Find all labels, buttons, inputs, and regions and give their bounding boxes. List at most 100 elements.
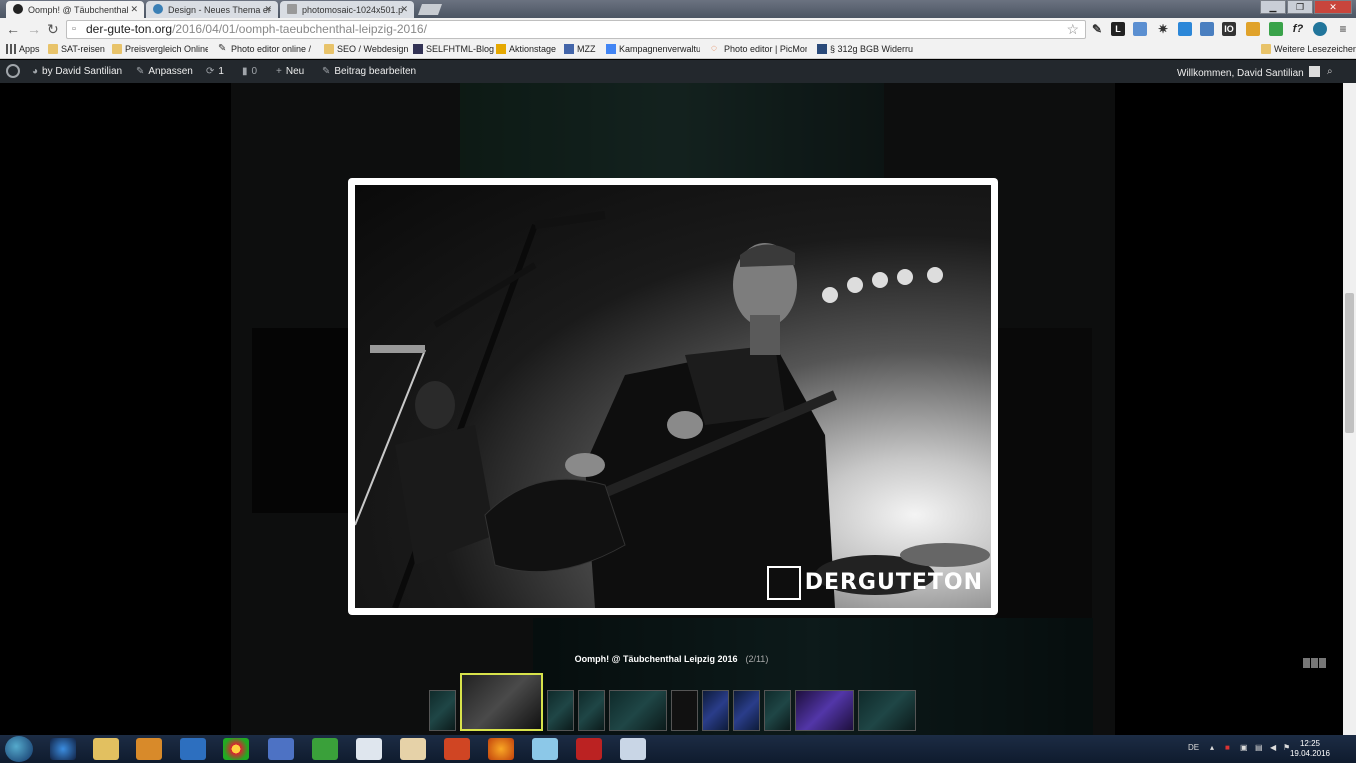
new-tab-button[interactable] <box>417 4 443 15</box>
new-content-link[interactable]: + Neu <box>276 66 304 77</box>
tab-design[interactable]: Design - Neues Thema er ✕ <box>146 1 278 18</box>
network-icon[interactable]: ▤ <box>1255 743 1263 752</box>
wordpress-extension-icon[interactable] <box>1313 22 1327 36</box>
firefox-icon[interactable] <box>488 738 514 760</box>
restore-button[interactable]: ❐ <box>1287 0 1313 14</box>
aktionstage-icon <box>496 44 506 54</box>
lightbox-photo[interactable]: DERGUTETON <box>355 185 991 608</box>
thumbnail-4[interactable] <box>578 690 605 731</box>
thumbnail-8[interactable] <box>733 690 760 731</box>
edit-post-link[interactable]: ✎ Beitrag bearbeiten <box>322 66 416 77</box>
bookmark-link[interactable]: Kampagnenverwaltu <box>606 44 700 54</box>
lightbox-frame: DERGUTETON <box>348 178 998 615</box>
page-info-icon[interactable]: ▫ <box>72 21 76 38</box>
url-bar[interactable]: ▫ der-gute-ton.org/2016/04/01/oomph-taeu… <box>66 20 1086 39</box>
tray-arrow-icon[interactable]: ▴ <box>1210 743 1214 752</box>
thumbnail-1[interactable] <box>429 690 456 731</box>
app-icon[interactable] <box>268 738 294 760</box>
io-extension-icon[interactable]: IO <box>1222 22 1236 36</box>
thumbnail-7[interactable] <box>702 690 729 731</box>
app-icon[interactable] <box>532 738 558 760</box>
outlook-icon[interactable] <box>180 738 206 760</box>
calculator-icon[interactable] <box>356 738 382 760</box>
bookmark-link[interactable]: Aktionstage <box>496 44 556 54</box>
bookmark-link[interactable]: MZZ <box>564 44 596 54</box>
tray-window-icon[interactable]: ▣ <box>1240 743 1248 752</box>
close-tab-icon[interactable]: ✕ <box>400 4 408 15</box>
thumbnail-5[interactable] <box>609 690 667 731</box>
thumbnail-2-active[interactable] <box>460 673 543 731</box>
bookmark-link[interactable]: ✎ Photo editor online / <box>218 44 312 54</box>
powerpoint-icon[interactable] <box>444 738 470 760</box>
search-icon[interactable]: ⌕ <box>1327 66 1333 77</box>
page-viewport: DERGUTETON Oomph! @ Täubchenthal Leipzig… <box>0 83 1356 735</box>
brush-icon: ✎ <box>136 66 145 77</box>
tab-title: photomosaic-1024x501.p <box>302 5 404 15</box>
window-extension-icon[interactable] <box>1200 22 1214 36</box>
start-button-icon[interactable] <box>5 736 33 762</box>
close-tab-icon[interactable]: ✕ <box>264 4 272 15</box>
scrollbar-thumb[interactable] <box>1345 293 1354 433</box>
back-arrow-icon[interactable]: ← <box>6 21 20 37</box>
concert-photo-illustration <box>355 211 990 608</box>
thumbnail-6[interactable] <box>671 690 698 731</box>
updates-link[interactable]: ⟳ 1 <box>206 66 224 77</box>
page-scrollbar[interactable] <box>1343 83 1356 735</box>
screenshot-extension-icon[interactable] <box>1133 22 1147 36</box>
account-link[interactable]: Willkommen, David Santilian <box>1177 66 1320 79</box>
minimize-button[interactable]: ▁ <box>1260 0 1286 14</box>
close-window-button[interactable]: ✕ <box>1314 0 1352 14</box>
wordpress-logo-icon[interactable] <box>6 64 20 78</box>
adwords-icon <box>606 44 616 54</box>
forward-arrow-icon[interactable]: → <box>27 21 41 37</box>
file-explorer-icon[interactable] <box>93 738 119 760</box>
other-bookmarks[interactable]: Weitere Lesezeichen <box>1261 44 1356 54</box>
customize-link[interactable]: ✎ Anpassen <box>136 66 193 77</box>
watermark: DERGUTETON <box>766 566 983 600</box>
avatar <box>1308 66 1320 77</box>
comments-link[interactable]: ▮ 0 <box>242 66 257 77</box>
pdf-icon[interactable] <box>620 738 646 760</box>
bookmark-folder[interactable]: SAT-reisen <box>48 44 105 54</box>
thumbnail-3[interactable] <box>547 690 574 731</box>
bookmark-folder[interactable]: SEO / Webdesign <box>324 44 408 54</box>
reload-icon[interactable]: ↻ <box>47 21 59 37</box>
menu-icon[interactable]: ≡ <box>1336 22 1350 36</box>
l-extension-icon[interactable]: L <box>1111 22 1125 36</box>
thumbnail-10[interactable] <box>795 690 854 731</box>
thumbnail-9[interactable] <box>764 690 791 731</box>
address-toolbar: ← → ↻ ▫ der-gute-ton.org/2016/04/01/oomp… <box>0 18 1356 41</box>
close-tab-icon[interactable]: ✕ <box>130 4 138 15</box>
print-extension-icon[interactable] <box>1269 22 1283 36</box>
clock[interactable]: 12:25 19.04.2016 <box>1290 739 1330 759</box>
refresh-icon: ⟳ <box>206 66 215 77</box>
filezilla-icon[interactable] <box>576 738 602 760</box>
media-player-icon[interactable] <box>136 738 162 760</box>
tray-app-icon[interactable]: ■ <box>1225 743 1230 752</box>
bookmark-link[interactable]: § 312g BGB Widerruf <box>817 44 913 54</box>
font-extension-icon[interactable]: f? <box>1291 22 1305 36</box>
browser-tab-bar: Oomph! @ Täubchenthal ✕ Design - Neues T… <box>0 0 1356 18</box>
bug-extension-icon[interactable]: ✷ <box>1156 22 1170 36</box>
paint-icon[interactable] <box>400 738 426 760</box>
sync-icon[interactable] <box>312 738 338 760</box>
eyedropper-extension-icon[interactable]: ✎ <box>1090 22 1104 36</box>
page-favicon-icon <box>287 4 297 14</box>
bookmark-link[interactable]: SELFHTML-Blog <box>413 44 494 54</box>
site-name-link[interactable]: ◕ by David Santilian <box>32 66 122 77</box>
bookmark-star-icon[interactable]: ☆ <box>1066 21 1079 38</box>
thumbnail-grid-icon[interactable] <box>1303 655 1329 668</box>
tab-title: Design - Neues Thema er <box>168 5 271 15</box>
arrows-extension-icon[interactable] <box>1178 22 1192 36</box>
bookmark-folder[interactable]: Preisvergleich Online <box>112 44 208 54</box>
internet-explorer-icon[interactable] <box>50 738 76 760</box>
volume-icon[interactable]: ◀ <box>1270 743 1276 752</box>
thumbnail-11[interactable] <box>858 690 916 731</box>
tab-photomosaic[interactable]: photomosaic-1024x501.p ✕ <box>280 1 414 18</box>
bookmark-apps[interactable]: Apps <box>6 44 40 54</box>
bookmark-extension-icon[interactable] <box>1246 22 1260 36</box>
language-indicator[interactable]: DE <box>1188 743 1199 752</box>
tab-oomph[interactable]: Oomph! @ Täubchenthal ✕ <box>6 1 144 18</box>
chrome-icon[interactable] <box>223 738 249 760</box>
bookmark-link[interactable]: ◌ Photo editor | PicMon <box>711 44 807 54</box>
